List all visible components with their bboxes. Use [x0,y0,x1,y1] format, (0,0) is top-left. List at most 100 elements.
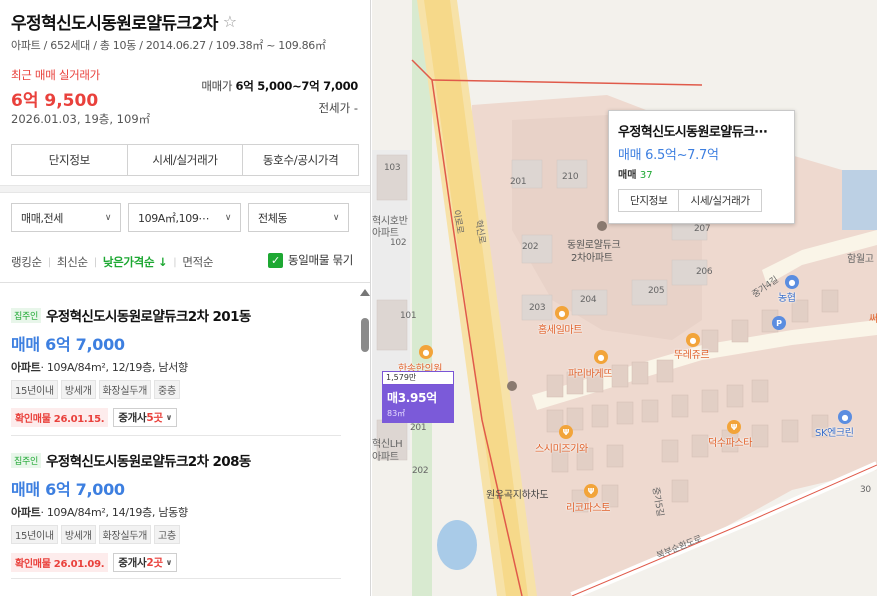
trade-type-select[interactable]: 매매,전세 ∨ [11,203,121,232]
tab-unit-official-price[interactable]: 동호수/공시가격 [243,145,358,175]
marker-area: 83㎡ [387,409,406,418]
list-item[interactable]: 집주인 우정혁신도시동원로얄듀크2차 208동 매매 6억 7,000 아파트·… [11,450,341,572]
sort-area[interactable]: 면적순 [182,254,213,270]
price-marker[interactable]: 1,579만 매3.95억 83㎡ [382,371,454,423]
dong-select[interactable]: 전체동 ∨ [248,203,349,232]
jeonse-price: 전세가 - [318,101,358,115]
popup-buttons: 단지정보 시세/실거래가 [618,189,762,212]
scroll-up-arrow-icon[interactable] [360,289,370,296]
complex-tabs: 단지정보 시세/실거래가 동호수/공시가격 [11,144,359,176]
listing-tag: 화장실두개 [98,525,152,544]
tab-complex-info[interactable]: 단지정보 [12,145,128,175]
agents-count: 5곳 [146,412,163,424]
popup-price-button[interactable]: 시세/실거래가 [679,190,760,211]
building-number: 30 [860,485,871,495]
poi-sushi[interactable]: 스시미즈기와 [535,440,588,455]
sale-price-range: 매매가 6억 5,000~7억 7,000 [201,78,358,94]
popup-price: 매매 6.5억~7.7억 [618,148,719,163]
star-icon[interactable]: ☆ [223,12,237,31]
checkbox-checked-icon[interactable]: ✓ [268,252,283,268]
listing-footer: 확인매물 26.01.09. 중개사 2곳 ∨ [11,553,341,572]
sort-latest[interactable]: 최신순 [57,254,88,270]
clinic-icon[interactable]: ● [419,345,433,359]
building-number: 101 [400,311,417,321]
bundle-label: 동일매물 묶기 [288,253,354,267]
tab-market-price[interactable]: 시세/실거래가 [128,145,244,175]
listing-tag: 중층 [154,380,180,399]
trade-type-value: 매매,전세 [21,211,63,225]
listing-divider [11,435,341,436]
chevron-down-icon: ∨ [332,212,340,223]
listing-desc: 아파트· 109A/84m², 12/19층, 남서향 [11,359,341,375]
poi-sk[interactable]: SK엔크린 [815,424,854,439]
marker-unit-price: 1,579만 [382,371,454,385]
building-number: 201 [410,423,427,433]
section-divider [0,185,370,193]
agents-dropdown[interactable]: 중개사 2곳 ∨ [113,553,177,572]
map-view[interactable]: 103 102 101 201 210 202 207 206 204 205 … [372,0,877,596]
apt-label: 아파트 [372,452,399,463]
underpass-pin [507,381,517,391]
agents-count: 2곳 [146,557,163,569]
listing-footer: 확인매물 26.01.15. 중개사 5곳 ∨ [11,408,341,427]
popup-count-value: 37 [639,170,653,181]
recent-trade-date: 2026.01.03, 19층, 109㎡ [11,112,151,126]
restaurant-icon[interactable]: Ψ [584,484,598,498]
sort-divider: | [47,256,51,268]
gas-station-icon[interactable]: ● [838,410,852,424]
building-number: 103 [384,163,401,173]
poi-tourles[interactable]: 뚜레쥬르 [674,346,710,361]
bundle-same-listings[interactable]: ✓ 동일매물 묶기 [268,252,353,268]
listing-name: 우정혁신도시동원로얄듀크2차 201동 [45,309,251,325]
listing-type: 아파트 [11,506,41,519]
owner-badge: 집주인 [11,307,41,323]
popup-info-button[interactable]: 단지정보 [619,190,680,211]
building-number: 206 [696,267,713,277]
agents-label: 중개사 [118,412,147,424]
restaurant-icon[interactable]: Ψ [727,420,741,434]
pond [437,520,477,570]
chevron-down-icon: ∨ [224,212,232,223]
complex-title-row: 우정혁신도시동원로얄듀크2차 ☆ [11,9,237,34]
listing-tag: 15년이내 [11,380,58,399]
list-item[interactable]: 집주인 우정혁신도시동원로얄듀크2차 201동 매매 6억 7,000 아파트·… [11,305,341,427]
listing-header: 집주인 우정혁신도시동원로얄듀크2차 201동 [11,305,341,325]
sort-ranking[interactable]: 랭킹순 [11,254,42,270]
listing-name: 우정혁신도시동원로얄듀크2차 208동 [45,454,251,470]
apt-label: 아파트 [372,228,399,239]
apt-label: 2차아파트 [571,253,613,264]
chevron-down-icon: ∨ [165,558,173,567]
parking-icon[interactable]: P [772,316,786,330]
sort-divider: | [93,256,97,268]
agents-label: 중개사 [118,557,147,569]
bakery-icon[interactable]: ● [686,333,700,347]
confirmed-listing-badge: 확인매물 26.01.15. [11,408,109,427]
scrollbar-thumb[interactable] [361,318,369,352]
area-select[interactable]: 109A㎡,109⋯ ∨ [128,203,241,232]
map-canvas [372,0,877,596]
poi-nonghyup[interactable]: 농협 [778,289,796,304]
popup-count-label: 매매 [618,170,640,181]
listing-desc: 아파트· 109A/84m², 14/19층, 남동향 [11,504,341,520]
listing-tags: 15년이내 방세개 화장실두개 중층 [11,380,341,399]
poi-parisb[interactable]: 파리바게뜨 [568,365,612,380]
sort-divider: | [173,256,177,268]
poi-homesale[interactable]: 홈세일마트 [538,321,582,336]
sale-price-label: 매매가 [201,79,233,93]
listing-tag: 15년이내 [11,525,58,544]
popup-title[interactable]: 우정혁신도시동원로얄듀크⋯ [618,121,767,140]
sort-low-price[interactable]: 낮은가격순 ↓ [103,254,168,270]
recent-price: 6억 9,500 [11,91,99,111]
agents-dropdown[interactable]: 중개사 5곳 ∨ [113,408,177,427]
sale-price-value: 6억 5,000~7억 7,000 [235,79,359,93]
listing-header: 집주인 우정혁신도시동원로얄듀크2차 208동 [11,450,341,470]
poi-duksu[interactable]: 덕수파스타 [708,434,752,449]
sort-options: 랭킹순 | 최신순 | 낮은가격순 ↓ | 면적순 [11,254,214,270]
complex-popup[interactable]: 우정혁신도시동원로얄듀크⋯ 매매 6.5억~7.7억 매매 37 단지정보 시세… [608,110,795,224]
road-label: 원유곡지하차도 [486,490,549,501]
bakery-icon[interactable]: ● [594,350,608,364]
cart-icon[interactable]: ● [555,306,569,320]
poi-ricco[interactable]: 리코파스토 [566,499,610,514]
bank-icon[interactable]: ● [785,275,799,289]
restaurant-icon[interactable]: Ψ [559,425,573,439]
